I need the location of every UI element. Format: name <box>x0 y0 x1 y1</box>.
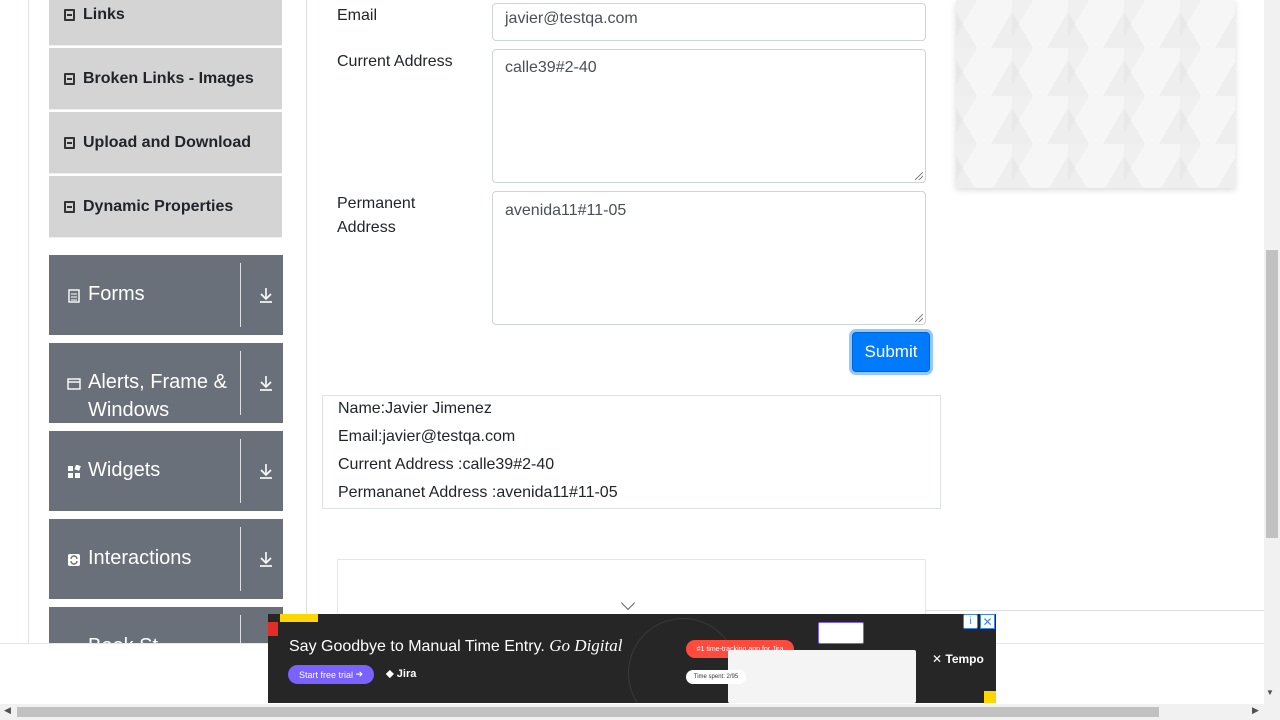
document-icon <box>64 8 75 21</box>
ad-headline-text: Say Goodbye to Manual Time Entry. <box>289 638 545 655</box>
permanent-address-field[interactable]: avenida11#11-05 <box>492 191 926 325</box>
document-icon <box>64 72 75 85</box>
sidebar-group-interactions[interactable]: Interactions <box>49 519 283 599</box>
resize-handle[interactable] <box>915 172 923 180</box>
permanent-address-label: Permanent Address <box>337 192 415 240</box>
ad-decoration <box>628 618 738 703</box>
submit-button[interactable]: Submit <box>852 332 930 372</box>
sidebar-group-alerts[interactable]: Alerts, Frame & Windows <box>49 343 283 423</box>
scroll-left-arrow-icon[interactable]: ◀ <box>4 705 11 716</box>
output-email: Email:javier@testqa.com <box>338 428 516 445</box>
ad-cta-button[interactable]: Start free trial ➔ <box>288 665 374 684</box>
form-icon <box>68 289 80 303</box>
download-icon[interactable] <box>258 373 274 393</box>
tempo-label: Tempo <box>945 652 984 666</box>
output-current-address: Current Address :calle39#2-40 <box>338 456 555 473</box>
output-permanent-address: Permananet Address :avenida11#11-05 <box>338 484 618 501</box>
content-divider <box>306 0 307 643</box>
sidebar-group-label: Alerts, Frame & <box>88 371 227 393</box>
sidebar-group-label: Forms <box>88 283 145 305</box>
divider <box>240 351 241 415</box>
sidebar-group-forms[interactable]: Forms <box>49 255 283 335</box>
ad-time-chip: Time spent: 2/95 <box>686 670 746 684</box>
sidebar-item-links[interactable]: Links <box>49 0 282 46</box>
divider <box>240 439 241 503</box>
document-icon <box>64 136 75 149</box>
divider <box>926 610 1266 611</box>
sidebar-group-label: Interactions <box>88 547 192 569</box>
sidebar-group-label-line2: Windows <box>88 399 170 421</box>
divider <box>240 527 241 591</box>
ad-headline: Say Goodbye to Manual Time Entry. Go Dig… <box>289 636 622 656</box>
sidebar-item-dynamic-properties[interactable]: Dynamic Properties <box>49 176 282 238</box>
ad-card <box>818 622 864 644</box>
download-icon[interactable] <box>258 285 274 305</box>
scroll-right-arrow-icon[interactable]: ▶ <box>1252 705 1259 716</box>
sidebar-item-upload-download[interactable]: Upload and Download <box>49 112 282 174</box>
download-icon[interactable] <box>258 461 274 481</box>
widgets-icon <box>68 465 81 478</box>
jira-label: Jira <box>396 668 417 680</box>
ad-cta-label: Start free trial <box>298 669 353 680</box>
ad-dashboard-preview <box>728 650 916 703</box>
email-label: Email <box>337 7 378 24</box>
download-icon[interactable] <box>258 549 274 569</box>
ad-placeholder-card <box>337 559 926 619</box>
info-icon[interactable]: i <box>963 614 978 629</box>
interactions-icon <box>68 554 80 566</box>
ad-accent <box>268 622 278 636</box>
current-address-label: Current Address <box>337 53 453 70</box>
document-icon <box>64 200 75 213</box>
sidebar-item-broken-links[interactable]: Broken Links - Images <box>49 48 282 110</box>
current-address-field[interactable]: calle39#2-40 <box>492 49 926 183</box>
ad-accent <box>280 614 318 622</box>
output-panel: Name:Javier Jimenez Email:javier@testqa.… <box>322 395 941 509</box>
current-address-value: calle39#2-40 <box>505 59 597 76</box>
permanent-address-value: avenida11#11-05 <box>505 202 627 219</box>
permanent-address-label-line2: Address <box>337 219 396 236</box>
email-field[interactable]: javier@testqa.com <box>492 3 926 41</box>
sidebar-group-widgets[interactable]: Widgets <box>49 431 283 511</box>
jira-logo: ⬥ Jira <box>386 668 417 680</box>
close-icon[interactable]: ✕ <box>980 614 995 629</box>
ad-accent <box>984 691 996 703</box>
output-name: Name:Javier Jimenez <box>338 400 492 417</box>
divider <box>240 263 241 327</box>
sidebar-item-label: Links <box>83 5 125 23</box>
horizontal-scrollbar-thumb[interactable] <box>17 707 1159 717</box>
window-icon <box>67 378 81 390</box>
sidebar-group-label: Widgets <box>88 459 161 481</box>
arrow-right-icon: ➔ <box>355 669 364 679</box>
permanent-address-label-line1: Permanent <box>337 195 416 212</box>
vertical-scrollbar-thumb[interactable] <box>1266 250 1278 538</box>
tempo-logo: ✕ Tempo <box>932 652 984 666</box>
sidebar-item-label: Dynamic Properties <box>83 197 234 215</box>
scroll-down-arrow-icon[interactable]: ▼ <box>1266 688 1274 697</box>
decorative-banner <box>956 0 1235 188</box>
resize-handle[interactable] <box>915 314 923 322</box>
ad-headline-italic: Go Digital <box>549 636 623 655</box>
advertisement-banner[interactable]: Say Goodbye to Manual Time Entry. Go Dig… <box>268 614 996 703</box>
sidebar-item-label: Broken Links - Images <box>83 69 254 87</box>
sidebar-item-label: Upload and Download <box>83 133 251 151</box>
sidebar-left-border <box>28 0 29 643</box>
